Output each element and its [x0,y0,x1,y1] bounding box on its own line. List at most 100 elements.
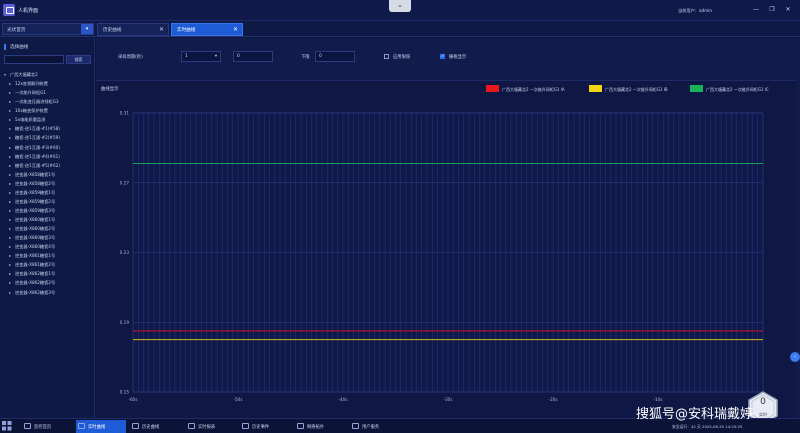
close-button[interactable]: ✕ [783,5,793,15]
lower-limit-input[interactable]: 0 [315,51,355,62]
tree-item[interactable]: ▸ 逆变器-X859糖瓷2号 [0,197,95,206]
caret-right-icon[interactable]: ▸ [9,108,11,113]
tree-item[interactable]: ▸ 糖瓷-逆1互通-#3(#60) [0,143,95,152]
station-select[interactable]: 光伏首页 ▾ [2,23,94,35]
y-tick-label: 0.23 [120,250,130,255]
taskbar-item[interactable]: 网络拓扑 [295,420,345,433]
tree-item[interactable]: ▸ 逆变器-X858糖瓷1号 [0,170,95,179]
apply-limit-checkbox[interactable] [384,54,389,59]
start-grid-icon[interactable] [2,421,12,431]
caret-right-icon[interactable]: ▸ [9,244,11,249]
tree-item[interactable]: ▸ 5x电能质量监测 [0,115,95,124]
caret-right-icon[interactable]: ▸ [9,290,11,295]
x-tick-label: -50s [233,397,242,402]
caret-right-icon[interactable]: ▸ [9,81,11,86]
tree-item-label: 一次能升网柜G1 [15,90,47,96]
caret-right-icon[interactable]: ▸ [9,99,11,104]
caret-right-icon[interactable]: ▸ [9,208,11,213]
minimize-button[interactable]: — [751,5,761,15]
tree-item[interactable]: ▸ 逆变器-X862糖瓷1号 [0,269,95,278]
tab-history-curve[interactable]: 历史曲线 ✕ [97,23,169,36]
tree-item[interactable]: ▸ 逆变器-X860糖瓷2号 [0,224,95,233]
caret-right-icon[interactable]: ▸ [9,126,11,131]
caret-right-icon[interactable]: ▸ [9,172,11,177]
grid-display-checkbox[interactable] [440,53,445,59]
taskbar-item[interactable]: 用户服务 [350,420,400,433]
apply-limit-label: 应用限值 [393,55,411,60]
tree-item[interactable]: ▸ 12x底频解列装置 [0,79,95,88]
tree-item[interactable]: ▸ 一次能变压器进线柜G3 [0,97,95,106]
side-expand-button[interactable]: ‹ [790,352,800,362]
caret-right-icon[interactable]: ▸ [9,163,11,168]
tree-item[interactable]: ▸ 逆变器-X859糖瓷1号 [0,188,95,197]
tree-item[interactable]: ▸ 逆变器-X858糖瓷2号 [0,179,95,188]
app-logo-icon [3,4,15,16]
taskbar-item-label: 历史曲线 [142,425,160,430]
caret-right-icon[interactable]: ▸ [9,235,11,240]
caret-right-icon[interactable]: ▸ [9,217,11,222]
tree-item[interactable]: ▸ 糖瓷-逆1互通-#4(#61) [0,152,95,161]
tree-item-label: 逆变器-X860糖瓷3号 [15,235,56,241]
tree-item[interactable]: ▸ 逆变器-X859糖瓷3号 [0,206,95,215]
taskbar-item[interactable]: 历史事件 [240,420,290,433]
tree-item[interactable]: ▸ 逆变器-X860糖瓷1号 [0,215,95,224]
tab-realtime-curve[interactable]: 实时曲线 ✕ [171,23,243,36]
x-tick-label: -60s [128,397,137,402]
caret-right-icon[interactable]: ▸ [9,181,11,186]
sample-period-select[interactable]: 1 ▾ [181,51,221,62]
caret-right-icon[interactable]: ▸ [9,135,11,140]
taskbar-item[interactable]: 实时曲线 [76,420,126,433]
taskbar-item[interactable]: 实时报表 [186,420,236,433]
caret-right-icon[interactable]: ▸ [9,271,11,276]
tree-item-label: 糖瓷-逆1互通-#2(#59) [15,135,60,141]
tree-item[interactable]: ▸ 逆变器-X860糖瓷3号 [0,233,95,242]
y-tick-label: 0.27 [120,180,130,185]
module-icon [78,423,85,429]
tree-item[interactable]: ▸ 逆变器-X862糖瓷3号 [0,288,95,297]
tree-item[interactable]: ▸ 糖瓷-逆1互通-#1(#58) [0,124,95,133]
x-tick-label: -10s [653,397,662,402]
caret-right-icon[interactable]: ▸ [9,190,11,195]
search-button[interactable]: 搜索 [66,55,91,64]
tree-item[interactable]: ▸ 10x箱变保护装置 [0,106,95,115]
tree-item[interactable]: ▸ 逆变器-X861糖瓷2号 [0,260,95,269]
caret-right-icon[interactable]: ▸ [9,280,11,285]
tree-item[interactable]: ▸ 逆变器-X861糖瓷1号 [0,251,95,260]
search-input[interactable] [4,55,64,64]
line-chart[interactable]: 0.31 0.27 0.23 0.19 0.15 -60s -50s -40s -30s -20s… [96,81,796,419]
caret-right-icon[interactable]: ▸ [9,226,11,231]
tree-item[interactable]: ▸ 逆变器-X860糖瓷4号 [0,242,95,251]
caret-right-icon[interactable]: ▸ [9,90,11,95]
tree-item-label: 逆变器-X859糖瓷2号 [15,198,56,204]
tree-item-label: 逆变器-X860糖瓷2号 [15,226,56,232]
taskbar-item-label: 网络拓扑 [307,425,325,430]
caret-right-icon[interactable]: ▸ [9,154,11,159]
taskbar-item[interactable]: 历史曲线 [130,420,180,433]
caret-right-icon[interactable]: ▸ [9,145,11,150]
caret-right-icon[interactable]: ▸ [9,199,11,204]
taskbar-item[interactable]: 监控首页 [22,420,70,433]
control-row: 采样周期(秒) 1 ▾ 上限 0 下限 0 应用限值 栅格显示 [96,38,800,74]
tree-item[interactable]: ▸ 糖瓷-逆1互通-#2(#59) [0,133,95,142]
tree-item[interactable]: ▸ 糖瓷-逆1互通-#5(#62) [0,161,95,170]
tab-close-icon[interactable]: ✕ [159,26,164,33]
x-tick-label: -40s [338,397,347,402]
tree-item-label: 逆变器-X860糖瓷4号 [15,244,56,250]
tree-item[interactable]: ▸ 逆变器-X862糖瓷2号 [0,278,95,287]
tree-item-label: 12x底频解列装置 [15,81,48,87]
tree-item-label: 一次能变压器进线柜G3 [15,99,59,105]
caret-down-icon[interactable]: ▾ [4,72,6,77]
tree-item-label: 逆变器-X862糖瓷3号 [15,289,56,295]
caret-right-icon[interactable]: ▸ [9,117,11,122]
tab-close-icon[interactable]: ✕ [233,26,238,33]
collapse-toggle-button[interactable]: ⌄ [389,0,411,12]
tree-item-label: 糖瓷-逆1互通-#1(#58) [15,126,60,132]
caret-right-icon[interactable]: ▸ [9,262,11,267]
upper-limit-input[interactable]: 0 [233,51,273,62]
current-user-label: 当前用户：admin [678,8,713,13]
tree-item[interactable]: ▸ 一次能升网柜G1 [0,88,95,97]
tab-label: 历史曲线 [103,28,122,33]
restore-button[interactable]: ❐ [767,5,777,15]
tree-item[interactable]: ▾ 广西大塘藏北2 [0,70,95,79]
caret-right-icon[interactable]: ▸ [9,253,11,258]
